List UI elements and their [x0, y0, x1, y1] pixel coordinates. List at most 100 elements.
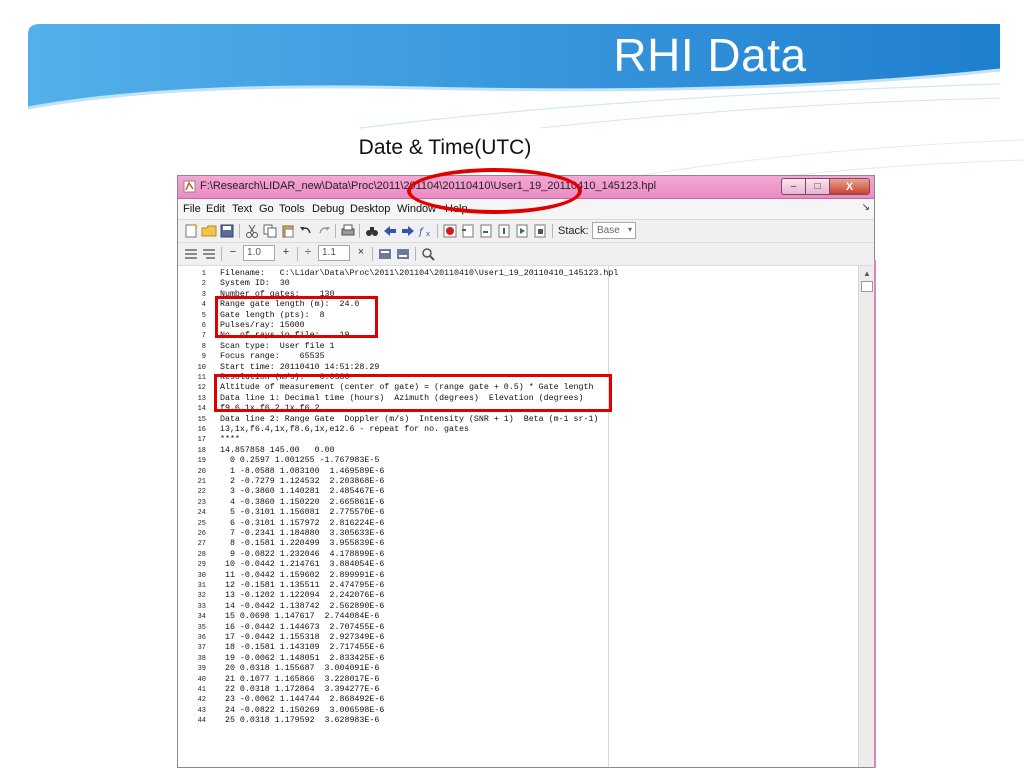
- multiply-button[interactable]: ×: [355, 246, 367, 262]
- show-cell-lines-icon[interactable]: [395, 246, 411, 262]
- exit-debug-icon[interactable]: [532, 223, 548, 239]
- close-button[interactable]: X: [830, 178, 870, 195]
- code-line[interactable]: 9 Focus range: 65535: [178, 352, 848, 363]
- code-line[interactable]: 31 12 -0.1581 1.135511 2.474795E-6: [178, 581, 848, 592]
- code-line[interactable]: 34 15 0.0698 1.147617 2.744084E-6: [178, 612, 848, 623]
- menu-file[interactable]: File: [183, 203, 201, 215]
- code-line[interactable]: 8 Scan type: User file 1: [178, 342, 848, 353]
- menu-go[interactable]: Go: [259, 203, 274, 215]
- vertical-scrollbar[interactable]: ▲: [858, 266, 874, 767]
- divide-button[interactable]: ÷: [302, 246, 314, 262]
- code-line[interactable]: 1 Filename: C:\Lidar\Data\Proc\2011\20110…: [178, 269, 848, 280]
- save-icon[interactable]: [219, 223, 235, 239]
- menu-debug[interactable]: Debug: [312, 203, 344, 215]
- step-out-icon[interactable]: [496, 223, 512, 239]
- redo-icon[interactable]: [316, 223, 332, 239]
- menu-tools[interactable]: Tools: [279, 203, 305, 215]
- eval-advance-icon[interactable]: [201, 246, 217, 262]
- code-line[interactable]: 10 Start time: 20110410 14:51:28.29: [178, 363, 848, 374]
- back-arrow-icon[interactable]: [382, 223, 398, 239]
- code-line[interactable]: 17 ****: [178, 435, 848, 446]
- code-line[interactable]: 19 0 0.2597 1.001255 -1.767983E-5: [178, 456, 848, 467]
- code-text: Data line 2: Range Gate Doppler (m/s) In…: [220, 414, 599, 424]
- code-line[interactable]: 37 18 -0.1581 1.143109 2.717455E-6: [178, 643, 848, 654]
- line-number: 25: [197, 519, 206, 528]
- show-cell-titles-icon[interactable]: [377, 246, 393, 262]
- code-line[interactable]: 42 23 -0.0062 1.144744 2.868492E-6: [178, 695, 848, 706]
- line-number: 40: [197, 675, 206, 684]
- line-number: 10: [197, 363, 206, 372]
- code-line[interactable]: 20 1 -8.0588 1.083100 1.469589E-6: [178, 467, 848, 478]
- code-line[interactable]: 25 6 -0.3101 1.157972 2.816224E-6: [178, 519, 848, 530]
- step-icon[interactable]: [460, 223, 476, 239]
- code-line[interactable]: 28 9 -0.0822 1.232046 4.178899E-6: [178, 550, 848, 561]
- forward-arrow-icon[interactable]: [400, 223, 416, 239]
- line-number: 5: [201, 311, 206, 320]
- code-editor[interactable]: 1 Filename: C:\Lidar\Data\Proc\2011\20110…: [178, 266, 858, 767]
- code-line[interactable]: 35 16 -0.0442 1.144673 2.707455E-6: [178, 623, 848, 634]
- code-text: 22 0.0318 1.172864 3.394277E-6: [220, 685, 380, 694]
- decrement-value-field[interactable]: 1.0: [243, 245, 275, 261]
- code-line[interactable]: 27 8 -0.1581 1.220499 3.955839E-6: [178, 539, 848, 550]
- split-handle[interactable]: [861, 281, 873, 292]
- code-line[interactable]: 41 22 0.0318 1.172864 3.394277E-6: [178, 685, 848, 696]
- breakpoint-icon[interactable]: [442, 223, 458, 239]
- line-number: 35: [197, 623, 206, 632]
- code-line[interactable]: 23 4 -0.3860 1.150220 2.665861E-6: [178, 498, 848, 509]
- code-line[interactable]: 39 20 0.0318 1.155687 3.004091E-6: [178, 664, 848, 675]
- function-icon[interactable]: fx: [418, 223, 434, 239]
- scroll-up-icon[interactable]: ▲: [863, 269, 871, 278]
- decrement-button[interactable]: −: [227, 246, 239, 262]
- code-line[interactable]: 21 2 -0.7279 1.124532 2.203868E-6: [178, 477, 848, 488]
- code-line[interactable]: 18 14.857858 145.00 0.00: [178, 446, 848, 457]
- code-line[interactable]: 16 i3,1x,f6.4,1x,f8.6,1x,e12.6 - repeat f…: [178, 425, 848, 436]
- copy-icon[interactable]: [262, 223, 278, 239]
- divide-value-field[interactable]: 1.1: [318, 245, 350, 261]
- code-text: 13 -0.1202 1.122094 2.242076E-6: [220, 591, 385, 601]
- print-icon[interactable]: [340, 223, 356, 239]
- menu-text[interactable]: Text: [232, 203, 252, 215]
- stack-dropdown[interactable]: Base ▾: [592, 222, 636, 239]
- find-icon[interactable]: [364, 223, 380, 239]
- line-number: 7: [201, 332, 206, 341]
- code-line[interactable]: 30 11 -0.0442 1.159602 2.899991E-6: [178, 571, 848, 582]
- line-number: 43: [197, 706, 206, 715]
- minimize-button[interactable]: –: [781, 178, 806, 195]
- eval-cell-icon[interactable]: [183, 246, 199, 262]
- line-number: 17: [197, 436, 206, 445]
- maximize-button[interactable]: □: [806, 178, 830, 195]
- undo-icon[interactable]: [298, 223, 314, 239]
- code-text: 20 0.0318 1.155687 3.004091E-6: [220, 664, 380, 674]
- toolbar-separator: [221, 247, 222, 261]
- code-line[interactable]: 38 19 -0.0062 1.148051 2.833425E-6: [178, 654, 848, 665]
- increment-button[interactable]: +: [280, 246, 292, 262]
- code-line[interactable]: 40 21 0.1077 1.165866 3.228017E-6: [178, 675, 848, 686]
- slide-banner: [0, 0, 1024, 130]
- menu-desktop[interactable]: Desktop: [350, 203, 390, 215]
- menu-edit[interactable]: Edit: [206, 203, 225, 215]
- code-text: 3 -0.3860 1.140281 2.485467E-6: [220, 487, 385, 497]
- zoom-icon[interactable]: [420, 246, 436, 262]
- continue-icon[interactable]: [514, 223, 530, 239]
- code-line[interactable]: 22 3 -0.3860 1.140281 2.485467E-6: [178, 487, 848, 498]
- code-line[interactable]: 26 7 -0.2341 1.184880 3.305633E-6: [178, 529, 848, 540]
- code-line[interactable]: 43 24 -0.0822 1.150269 3.006598E-6: [178, 706, 848, 717]
- code-line[interactable]: 15 Data line 2: Range Gate Doppler (m/s) …: [178, 415, 848, 426]
- dock-arrow-icon[interactable]: ↘: [862, 202, 870, 213]
- code-line[interactable]: 44 25 0.0318 1.179592 3.628983E-6: [178, 716, 848, 727]
- new-file-icon[interactable]: [183, 223, 199, 239]
- code-line[interactable]: 32 13 -0.1202 1.122094 2.242076E-6: [178, 591, 848, 602]
- cut-icon[interactable]: [244, 223, 260, 239]
- code-line[interactable]: 33 14 -0.0442 1.138742 2.562890E-6: [178, 602, 848, 613]
- code-text: 17 -0.0442 1.155318 2.927349E-6: [220, 633, 385, 642]
- code-line[interactable]: 24 5 -0.3101 1.156081 2.775570E-6: [178, 508, 848, 519]
- paste-icon[interactable]: [280, 223, 296, 239]
- code-line[interactable]: 2 System ID: 30: [178, 279, 848, 290]
- line-number: 3: [201, 290, 206, 299]
- code-line[interactable]: 29 10 -0.0442 1.214761 3.884054E-6: [178, 560, 848, 571]
- line-number: 22: [197, 488, 206, 497]
- code-line[interactable]: 36 17 -0.0442 1.155318 2.927349E-6: [178, 633, 848, 644]
- open-folder-icon[interactable]: [201, 223, 217, 239]
- code-text: ****: [220, 435, 240, 445]
- step-in-icon[interactable]: [478, 223, 494, 239]
